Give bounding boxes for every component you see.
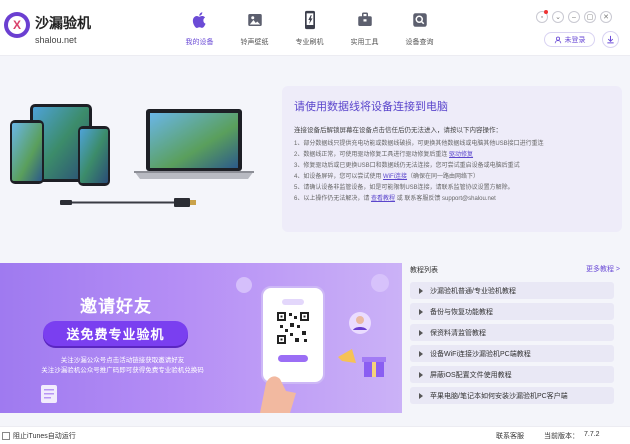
play-arrow-icon xyxy=(419,371,423,378)
step-text: 4、如设备屏碎，您可以尝试使用 xyxy=(294,174,384,181)
tutorial-label: 苹果电脑/笔记本如何安装沙漏验机PC客户端 xyxy=(430,392,568,400)
step-item: 5、请确认设备非监管设备，如是可能限制USB连接，请联系监管协议设置方解除。 xyxy=(294,183,610,194)
apple-icon xyxy=(190,10,210,30)
message-icon[interactable]: ▫ xyxy=(536,10,548,23)
tutorial-item[interactable]: 屏蔽iOS配置文件使用教程 xyxy=(410,366,614,383)
play-arrow-icon xyxy=(419,287,423,294)
download-icon xyxy=(607,35,614,44)
minimize-icon[interactable]: – xyxy=(568,11,580,23)
step-suffix: 或 联系客服反馈 support@shalou.net xyxy=(395,196,496,203)
app-domain: shalou.net xyxy=(35,35,77,45)
view-tutorial-link[interactable]: 查看教程 xyxy=(371,196,395,202)
tutorial-label: 屏蔽iOS配置文件使用教程 xyxy=(430,371,512,379)
app-name: 沙漏验机 xyxy=(35,15,91,31)
phone-flash-icon xyxy=(300,10,320,30)
card-title: 请使用数据线将设备连接到电脑 xyxy=(294,101,448,113)
decor-orb-icon xyxy=(236,277,252,293)
chevron-down-icon[interactable]: ⌄ xyxy=(552,11,564,23)
connect-instructions-card: 请使用数据线将设备连接到电脑 连接设备后解锁屏幕在设备点击信任后仍无法进入，请按… xyxy=(282,86,622,232)
block-itunes-checkbox[interactable] xyxy=(2,432,10,440)
invite-friends-banner[interactable]: 邀请好友 送免费专业验机 关注沙漏公众号点击活动链接获取邀请好友 关注沙漏验机公… xyxy=(0,263,402,413)
notification-dot xyxy=(544,10,548,14)
steps-list: 1、部分数据线只提供充电功能或数据线破损，可更换其他数据线或电脑其他USB接口进… xyxy=(294,139,610,206)
banner-pill: 送免费专业验机 xyxy=(43,321,188,346)
step-text: 5、请确认设备非监管设备，如是可能限制USB连接，请联系监管协议设置方解除。 xyxy=(294,185,514,192)
tutorial-label: 备份与恢复功能教程 xyxy=(430,308,493,316)
nav-device-lookup[interactable]: 设备查询 xyxy=(392,10,447,47)
play-arrow-icon xyxy=(419,350,423,357)
qr-phone-illustration xyxy=(236,274,389,413)
step-item: 1、部分数据线只提供充电功能或数据线破损，可更换其他数据线或电脑其他USB接口进… xyxy=(294,139,610,150)
nav-label: 设备查询 xyxy=(405,39,434,46)
nav-label: 专业刷机 xyxy=(295,39,324,46)
nav-label: 铃声壁纸 xyxy=(240,39,269,46)
step-item: 6、以上操作仍无法解决，请 查看教程 或 联系客服反馈 support@shal… xyxy=(294,194,610,205)
user-icon xyxy=(554,36,561,43)
tutorials-list: 沙漏验机普通/专业验机教程 备份与恢复功能教程 保资料清监管教程 设备WiFi连… xyxy=(410,282,614,408)
document-decor-icon xyxy=(41,385,57,403)
download-button[interactable] xyxy=(602,31,619,48)
nav-ringtones-wallpapers[interactable]: 铃声壁纸 xyxy=(227,10,282,47)
nav-label: 实用工具 xyxy=(350,39,379,46)
tutorial-label: 沙漏验机普通/专业验机教程 xyxy=(430,287,516,295)
tutorials-header: 教程列表 更多教程 > xyxy=(410,263,620,277)
maximize-icon[interactable]: ▢ xyxy=(584,11,596,23)
version-label: 当前版本： xyxy=(544,433,579,440)
wifi-connect-link[interactable]: WiFi连接 xyxy=(383,174,407,180)
tutorials-title: 教程列表 xyxy=(410,267,438,274)
tutorial-item[interactable]: 苹果电脑/笔记本如何安装沙漏验机PC客户端 xyxy=(410,387,614,404)
decor-orb-icon xyxy=(371,274,389,292)
tutorial-label: 设备WiFi连接沙漏验机PC端教程 xyxy=(430,350,531,358)
contact-support-link[interactable]: 联系客服 xyxy=(496,431,524,441)
step-text: 1、部分数据线只提供充电功能或数据线破损，可更换其他数据线或电脑其他USB接口进… xyxy=(294,141,544,147)
login-label: 未登录 xyxy=(564,36,586,44)
search-icon xyxy=(410,10,430,30)
hourglass-logo-icon: X xyxy=(8,16,26,34)
close-icon[interactable]: ✕ xyxy=(600,11,612,23)
app-logo: X xyxy=(4,12,30,38)
image-icon xyxy=(245,10,265,30)
megaphone-icon xyxy=(338,349,356,363)
version-value: 7.7.2 xyxy=(584,431,600,438)
play-arrow-icon xyxy=(419,392,423,399)
tutorial-item[interactable]: 备份与恢复功能教程 xyxy=(410,303,614,320)
nav-my-devices[interactable]: 我的设备 xyxy=(172,10,227,47)
step-item: 3、修复驱动后或已更换USB口和数据线仍无法连接，您可尝试重启设备或电脑后重试 xyxy=(294,161,610,172)
main-nav: 我的设备 铃声壁纸 专业刷机 实用工具 设备查询 xyxy=(172,10,447,47)
usb-cable-plug-right xyxy=(174,198,190,207)
nav-pro-flash[interactable]: 专业刷机 xyxy=(282,10,337,47)
status-bar: 阻止iTunes自动运行 联系客服 当前版本： 7.7.2 xyxy=(0,426,630,444)
block-itunes-label[interactable]: 阻止iTunes自动运行 xyxy=(13,431,76,441)
qr-code-icon xyxy=(276,311,310,345)
login-button[interactable]: 未登录 xyxy=(544,32,595,47)
step-text: 2、数据线正常，可使用驱动修复工具进行驱动修复后重连 xyxy=(294,152,450,159)
nav-label: 我的设备 xyxy=(185,39,214,46)
tutorial-item[interactable]: 沙漏验机普通/专业验机教程 xyxy=(410,282,614,299)
header-bar: X 沙漏验机 shalou.net 我的设备 铃声壁纸 专业刷机 实用工具 设备… xyxy=(0,0,630,56)
banner-line: 关注沙漏公众号点击活动链接获取邀请好友 xyxy=(60,357,185,364)
devices-illustration xyxy=(10,104,254,207)
window-controls: ▫ ⌄ – ▢ ✕ xyxy=(536,10,612,23)
step-item: 4、如设备屏碎，您可以尝试使用 WiFi连接（确保在同一路由网络下） xyxy=(294,172,610,183)
tutorial-label: 保资料清监管教程 xyxy=(430,329,486,337)
driver-repair-link[interactable]: 驱动修复 xyxy=(449,152,473,158)
tutorial-item[interactable]: 设备WiFi连接沙漏验机PC端教程 xyxy=(410,345,614,362)
step-suffix: （确保在同一路由网络下） xyxy=(407,174,480,181)
step-text: 6、以上操作仍无法解决，请 xyxy=(294,196,372,203)
play-arrow-icon xyxy=(419,308,423,315)
usb-cable-plug-left xyxy=(60,200,72,205)
toolbox-icon xyxy=(355,10,375,30)
play-arrow-icon xyxy=(419,329,423,336)
banner-title: 邀请好友 xyxy=(80,297,152,316)
tutorial-item[interactable]: 保资料清监管教程 xyxy=(410,324,614,341)
step-item: 2、数据线正常，可使用驱动修复工具进行驱动修复后重连 驱动修复 xyxy=(294,150,610,161)
banner-line: 关注沙漏验机公众号推广码即可获得免费专业验机兑换码 xyxy=(41,367,204,374)
more-tutorials-link[interactable]: 更多教程 > xyxy=(586,264,620,274)
card-intro: 连接设备后解锁屏幕在设备点击信任后仍无法进入，请按以下内容操作： xyxy=(294,127,502,134)
nav-utilities[interactable]: 实用工具 xyxy=(337,10,392,47)
step-text: 3、修复驱动后或已更换USB口和数据线仍无法连接，您可尝试重启设备或电脑后重试 xyxy=(294,163,520,170)
